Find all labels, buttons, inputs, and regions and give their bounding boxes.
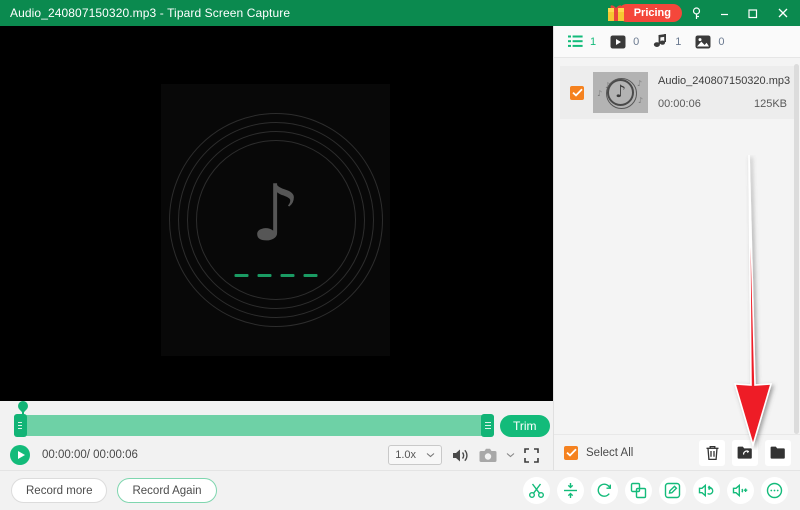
playback-controls: 00:00:00/ 00:00:06 1.0x — [0, 440, 553, 470]
app-window: Audio_240807150320.mp3 - Tipard Screen C… — [0, 0, 800, 510]
timeline-track[interactable] — [14, 404, 494, 437]
maximize-icon[interactable] — [738, 0, 766, 26]
minimize-icon[interactable] — [710, 0, 738, 26]
mini-note-4: ♪ — [637, 96, 643, 105]
audio-visualizer: ♪ — [161, 84, 390, 356]
tab-image-count: 0 — [718, 35, 725, 48]
file-checkbox[interactable] — [570, 85, 584, 100]
pricing-button[interactable]: Pricing — [617, 4, 682, 22]
list-icon — [568, 35, 583, 47]
speaker-plus-icon — [732, 483, 748, 498]
more-tool[interactable] — [761, 477, 788, 504]
window-title: Audio_240807150320.mp3 - Tipard Screen C… — [10, 6, 291, 20]
volume-icon[interactable] — [451, 447, 470, 464]
mini-note-3: ♪ — [636, 79, 642, 88]
merge-tool[interactable] — [625, 477, 652, 504]
dash-4 — [303, 274, 317, 278]
scissors-icon — [529, 483, 544, 498]
tab-image[interactable]: 0 — [695, 35, 725, 49]
trim-handle-left[interactable] — [14, 413, 27, 437]
select-all-row[interactable]: Select All — [564, 445, 634, 460]
trim-handle-right[interactable] — [481, 413, 494, 437]
file-sub: 00:00:06 125KB — [658, 98, 795, 110]
thumbnail-circle: ♪ — [606, 78, 637, 109]
music-icon — [654, 34, 667, 47]
file-duration: 00:00:06 — [658, 98, 701, 110]
image-icon — [695, 35, 711, 48]
title-bar-controls: Pricing — [605, 0, 800, 26]
file-list: ♪ ♪ ♪ ♪ ♪ Audio_240807150320.mp3 00:00:0… — [554, 58, 800, 438]
close-icon[interactable] — [766, 0, 800, 26]
music-note-icon: ♪ — [250, 168, 301, 259]
trim-button[interactable]: Trim — [500, 415, 550, 437]
dash-1 — [234, 274, 248, 278]
speed-select[interactable]: 1.0x — [388, 445, 442, 465]
audio-note-thumbnail: ♪ ♪ ♪ ♪ ♪ — [593, 72, 648, 113]
chevron-down-icon — [426, 453, 435, 458]
camera-chevron-down-icon[interactable] — [506, 452, 515, 458]
time-display: 00:00:00/ 00:00:06 — [42, 449, 138, 461]
rotate-convert-icon — [597, 483, 611, 497]
file-name: Audio_240807150320.mp3 — [658, 75, 791, 87]
merge-squares-icon — [630, 482, 647, 499]
tab-audio[interactable]: 1 — [653, 34, 681, 49]
dash-3 — [280, 274, 294, 278]
file-size: 125KB — [753, 98, 787, 110]
files-panel: 1 0 1 0 ♪ ♪ ♪ ♪ ♪ Audio_240807150320.mp3… — [553, 26, 800, 470]
key-help-icon[interactable] — [682, 0, 710, 26]
convert-tool[interactable] — [591, 477, 618, 504]
playback-right-controls: 1.0x — [388, 445, 539, 465]
panel-footer: Select All — [554, 434, 800, 470]
record-again-button[interactable]: Record Again — [117, 478, 217, 503]
thumbnail-note-icon: ♪ — [615, 82, 626, 102]
play-icon[interactable] — [10, 445, 30, 465]
playhead-marker[interactable] — [22, 404, 24, 436]
tools-row — [523, 477, 788, 504]
visualizer-dashes — [234, 274, 317, 278]
folder-share-icon — [737, 446, 752, 459]
mini-note-1: ♪ — [597, 89, 603, 98]
file-meta: Audio_240807150320.mp3 00:00:06 125KB — [658, 75, 795, 110]
vertical-scrollbar[interactable] — [794, 64, 799, 434]
pencil-edit-icon — [664, 482, 681, 499]
fullscreen-icon[interactable] — [524, 447, 539, 463]
timeline-track-row — [14, 404, 494, 437]
select-all-label: Select All — [586, 446, 634, 459]
panel-tab-bar: 1 0 1 0 — [554, 26, 800, 58]
more-dots-icon — [766, 482, 783, 499]
trash-icon — [706, 445, 718, 460]
delete-button[interactable] — [699, 439, 725, 466]
title-bar: Audio_240807150320.mp3 - Tipard Screen C… — [0, 0, 800, 26]
trim-tool[interactable] — [523, 477, 550, 504]
speaker-loop-icon — [698, 483, 714, 498]
gift-icon[interactable] — [605, 3, 627, 23]
camera-icon[interactable] — [479, 448, 497, 463]
tab-audio-count: 1 — [675, 35, 682, 48]
volume-tool[interactable] — [727, 477, 754, 504]
compress-icon — [564, 483, 577, 498]
video-icon — [610, 35, 626, 48]
audio-effect-tool[interactable] — [693, 477, 720, 504]
record-more-button[interactable]: Record more — [11, 478, 108, 503]
folder-open-icon — [770, 446, 785, 459]
share-export-button[interactable] — [732, 439, 758, 466]
tab-all-count: 1 — [590, 35, 597, 48]
speed-value: 1.0x — [395, 449, 416, 461]
list-item[interactable]: ♪ ♪ ♪ ♪ ♪ Audio_240807150320.mp3 00:00:0… — [560, 66, 795, 119]
open-folder-button[interactable] — [765, 439, 791, 466]
tab-all[interactable]: 1 — [568, 35, 596, 48]
bottom-bar: Record more Record Again — [0, 470, 800, 510]
edit-tool[interactable] — [659, 477, 686, 504]
select-all-checkbox[interactable] — [564, 445, 578, 460]
tab-video[interactable]: 0 — [610, 35, 639, 49]
tab-video-count: 0 — [633, 35, 640, 48]
footer-actions — [699, 439, 791, 466]
dash-2 — [257, 274, 271, 278]
compress-tool[interactable] — [557, 477, 584, 504]
video-preview-area[interactable]: ♪ — [0, 26, 553, 401]
